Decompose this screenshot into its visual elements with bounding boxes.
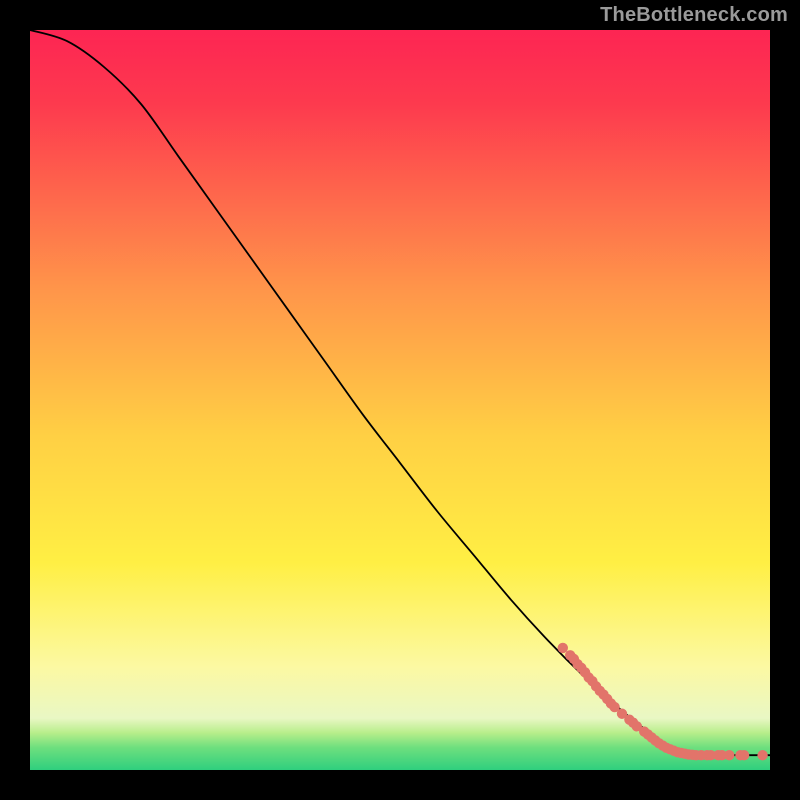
data-point (558, 643, 568, 653)
plot-area (30, 30, 770, 770)
attribution-text: TheBottleneck.com (600, 4, 788, 27)
chart-background (30, 30, 770, 770)
data-point (724, 750, 734, 760)
chart-svg (30, 30, 770, 770)
data-point (757, 750, 767, 760)
data-point (739, 750, 749, 760)
chart-container: TheBottleneck.com (0, 0, 800, 800)
